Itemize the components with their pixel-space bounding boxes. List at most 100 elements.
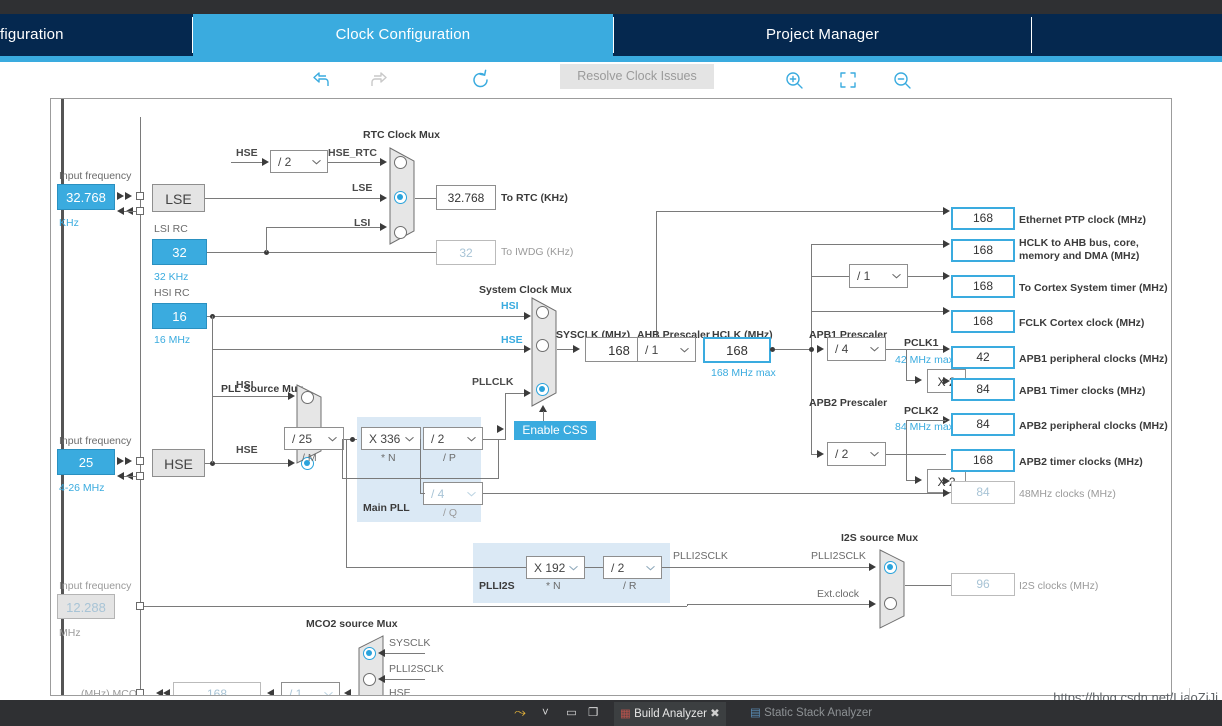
zoom-in-icon[interactable] [781, 67, 807, 93]
hclk-value-field[interactable]: 168 [703, 337, 771, 363]
plli2s-out-line [662, 567, 872, 568]
hse-up-vline [212, 349, 213, 463]
output-field-5: 84 [951, 378, 1015, 401]
sysmux-option-hsi[interactable] [536, 306, 549, 319]
hse-rtc-divider-value: / 2 [278, 154, 292, 169]
pll-mux-option-hsi[interactable] [301, 391, 314, 404]
sysmux-option-hse[interactable] [536, 339, 549, 352]
cortex-systick-divider-select[interactable]: / 1 [849, 264, 908, 288]
ahb-prescaler-select[interactable]: / 1 [637, 337, 696, 362]
fit-to-screen-icon[interactable] [835, 67, 861, 93]
apb1-prescaler-select[interactable]: / 4 [827, 337, 886, 361]
i2s-input-frequency-field[interactable]: 12.288 [57, 594, 115, 619]
lse-input-frequency-field[interactable]: 32.768 [57, 184, 115, 210]
pll-p-divider-select[interactable]: / 2 [423, 427, 483, 450]
i2s-mux-option-ext-clock[interactable] [884, 597, 897, 610]
mco2-option-sysclk[interactable] [363, 647, 376, 660]
apb1-prescaler-value: / 4 [835, 342, 849, 356]
css-feed-hline [342, 478, 499, 479]
redo-icon[interactable] [364, 67, 390, 93]
output-label-4: APB1 peripheral clocks (MHz) [1019, 353, 1168, 365]
lse-out-arrow-1 [117, 207, 124, 215]
reset-icon[interactable] [468, 67, 494, 93]
mco2-pin-arrow-2 [163, 689, 170, 695]
mco2-divider-select[interactable]: / 1 [281, 682, 340, 695]
hse-input-caption: Input frequency [59, 435, 132, 447]
enable-css-button[interactable]: Enable CSS [514, 421, 596, 440]
pll-n-to-q-vline [420, 439, 421, 494]
chevron-down-icon [870, 346, 879, 352]
tab-pinout-configuration[interactable]: figuration [0, 14, 192, 56]
to-iwdg-output-field: 32 [436, 240, 496, 265]
mco2-source-mux[interactable] [358, 635, 384, 695]
i2s-input-pin [136, 602, 144, 610]
static-stack-analyzer-icon: ▤ [750, 707, 761, 719]
tab-clock-configuration[interactable]: Clock Configuration [193, 14, 613, 56]
hse-rtc-divider-select[interactable]: / 2 [270, 150, 328, 173]
clock-tree-canvas[interactable]: Input frequency 32.768 KHz LSE HSE / 2 H… [50, 98, 1172, 696]
rtc-mux-option-hse-rtc[interactable] [394, 156, 407, 169]
tab-static-stack-analyzer-label: Static Stack Analyzer [764, 707, 873, 719]
sysmux-option-pllclk[interactable] [536, 383, 549, 396]
resolve-clock-issues-button[interactable]: Resolve Clock Issues [560, 64, 714, 89]
chevron-down-icon[interactable]: ˅ [542, 700, 549, 726]
pll-source-mux-title: PLL Source Mux [221, 383, 304, 395]
jump-icon[interactable]: ⤳ [514, 700, 526, 726]
tab-empty[interactable] [1032, 14, 1222, 56]
plli2s-n-select[interactable]: X 192 [526, 556, 585, 579]
hse-in-arrow-2 [125, 457, 132, 465]
rtc-mux-option-lsi[interactable] [394, 226, 407, 239]
output-field-8: 84 [951, 481, 1015, 504]
pllp-out-line [483, 439, 505, 440]
window-title-strip [0, 0, 1222, 14]
i2s-source-mux-title: I2S source Mux [841, 532, 919, 544]
chevron-down-icon [312, 159, 321, 164]
i2s-mux-option-plli2sclk[interactable] [884, 561, 897, 574]
hse-input-frequency-field[interactable]: 25 [57, 449, 115, 475]
hse-pin-out [136, 472, 144, 480]
apb2-periph-vline [906, 420, 907, 454]
pll-n-sub-label: * N [381, 452, 396, 464]
plli2s-n-sub-label: * N [546, 580, 561, 592]
to-rtc-output-field[interactable]: 32.768 [436, 185, 496, 210]
plli2s-r-select[interactable]: / 2 [603, 556, 662, 579]
tab-project-manager[interactable]: Project Manager [614, 14, 1031, 56]
mco2-plli2sclk-line [385, 679, 425, 680]
maximize-icon[interactable]: ❐ [588, 700, 598, 726]
pllclk-to-sysmux-arrow [524, 389, 531, 397]
minimize-icon[interactable]: ▭ [566, 700, 577, 726]
pll-m-sub-label: / M [302, 452, 317, 464]
hse-rtc-in-line [231, 162, 264, 163]
chevron-down-icon [646, 565, 655, 570]
chevron-down-icon [680, 347, 689, 352]
hsi-to-sysmux-arrow [524, 312, 531, 320]
pclk1-max-label: 42 MHz max [895, 354, 954, 366]
i2s-input-caption: Input frequency [59, 580, 132, 592]
close-icon[interactable]: ✖ [710, 708, 720, 720]
lse-input-caption: Input frequency [59, 170, 132, 182]
i2s-output-label: I2S clocks (MHz) [1019, 580, 1099, 592]
mco2-option-plli2sclk[interactable] [363, 673, 376, 686]
pll-q-divider-select[interactable]: / 4 [423, 482, 483, 505]
apb1-timer-out-arrow [943, 377, 950, 385]
chevron-down-icon [328, 436, 337, 441]
pll-m-divider-select[interactable]: / 25 [284, 427, 344, 450]
zoom-out-icon[interactable] [889, 67, 915, 93]
output-field-1: 168 [951, 239, 1015, 262]
tab-build-analyzer[interactable]: ▦ Build Analyzer ✖ [614, 702, 726, 726]
tab-static-stack-analyzer[interactable]: ▤ Static Stack Analyzer [750, 700, 872, 726]
apb2-prescaler-select[interactable]: / 2 [827, 442, 886, 466]
pclk2-label: PCLK2 [904, 405, 939, 417]
undo-icon[interactable] [310, 67, 336, 93]
plli2s-out-arrow [869, 563, 876, 571]
output-label-6: APB2 peripheral clocks (MHz) [1019, 420, 1168, 432]
mco2-source-mux-title: MCO2 source Mux [306, 618, 398, 630]
sysclk-in-arrow [573, 345, 580, 353]
tab-project-manager-label: Project Manager [765, 26, 880, 43]
rtc-mux-option-lse[interactable] [394, 191, 407, 204]
to-iwdg-output-label: To IWDG (KHz) [501, 246, 574, 258]
pll-n-multiplier-select[interactable]: X 336 [361, 427, 421, 450]
output-field-3: 168 [951, 310, 1015, 333]
pclk1-label: PCLK1 [904, 337, 939, 349]
plli2s-in-vline [346, 439, 347, 567]
